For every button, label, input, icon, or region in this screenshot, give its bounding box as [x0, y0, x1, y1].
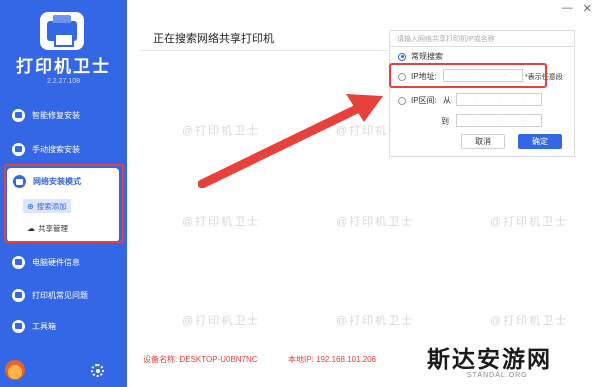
sidebar-item-manual-search[interactable]: 手动搜索安装	[12, 141, 122, 157]
tools-icon	[12, 142, 25, 156]
watermark: @打印机卫士	[182, 216, 261, 228]
sidebar-item-label: 智能修复安装	[32, 110, 80, 120]
sidebar-item-printer-faq[interactable]: 打印机常见问题	[12, 287, 122, 303]
app-version: 2.2.27.108	[46, 78, 81, 85]
option-label: 常规搜索	[411, 52, 443, 61]
sidebar-item-smart-repair[interactable]: 智能修复安装	[12, 107, 122, 123]
watermark: @打印机卫士	[336, 216, 415, 228]
sidebar-item-label: 工具箱	[32, 321, 56, 331]
watermark: @打印机卫士	[490, 216, 569, 228]
radio-normal-search[interactable]	[398, 52, 406, 61]
gear-icon[interactable]	[91, 364, 104, 377]
device-label: 设备名称:	[143, 355, 178, 364]
local-ip-value: 192.168.101.206	[316, 355, 377, 364]
local-ip-label: 本地IP:	[288, 355, 314, 364]
sidebar: 打印机卫士 2.2.27.108 智能修复安装 手动搜索安装 网络安装模式 ⊕ …	[0, 0, 127, 387]
device-info: 设备名称: DESKTOP-U0BN7NC	[143, 354, 258, 365]
close-button[interactable]: ✕	[583, 2, 592, 15]
option-label: IP区间:	[411, 96, 437, 105]
sidebar-item-label: 打印机常见问题	[32, 290, 88, 300]
cancel-button[interactable]: 取消	[461, 134, 505, 149]
sidebar-item-hardware-info[interactable]: 电脑硬件信息	[12, 254, 122, 270]
app-logo	[40, 12, 84, 50]
printer-logo-icon	[47, 15, 77, 47]
search-input[interactable]: 请输入网络共享打印机IP或名称	[389, 30, 575, 47]
window-controls: — ✕	[562, 2, 592, 15]
site-watermark-domain: STANDAL.ORG	[467, 372, 528, 379]
highlight-box-ip	[389, 63, 547, 88]
range-from-label: 从	[443, 96, 451, 105]
minimize-button[interactable]: —	[562, 2, 573, 15]
watermark: @打印机卫士	[182, 315, 261, 327]
watermark: @打印机卫士	[336, 315, 415, 327]
radio-ip-range[interactable]	[398, 96, 406, 105]
ip-range-to-input[interactable]: · · ·	[456, 114, 542, 127]
avatar[interactable]	[5, 360, 25, 380]
option-ip-range[interactable]: IP区间:	[398, 95, 437, 106]
sidebar-item-label: 电脑硬件信息	[32, 257, 80, 267]
hardware-icon	[12, 255, 25, 269]
device-name: DESKTOP-U0BN7NC	[179, 355, 258, 364]
page-title: 正在搜索网络共享打印机	[153, 33, 274, 45]
sidebar-item-label: 手动搜索安装	[32, 144, 80, 154]
toolbox-icon	[12, 319, 25, 333]
local-ip-info: 本地IP: 192.168.101.206	[288, 354, 376, 365]
sidebar-item-toolbox[interactable]: 工具箱	[12, 318, 122, 334]
option-normal-search[interactable]: 常规搜索	[398, 51, 443, 62]
ip-range-from-input[interactable]: · · ·	[456, 93, 542, 106]
highlight-box-sidebar	[4, 164, 124, 243]
range-to-label: 到	[441, 117, 449, 126]
site-watermark-brand: 斯达安游网	[427, 346, 552, 373]
printer-icon	[12, 288, 25, 302]
title-divider	[140, 50, 390, 51]
watermark: @打印机卫士	[490, 315, 569, 327]
confirm-button[interactable]: 确定	[518, 134, 562, 149]
arrow-annotation-icon	[198, 94, 383, 188]
repair-icon	[12, 108, 25, 122]
app-title: 打印机卫士	[16, 57, 111, 76]
